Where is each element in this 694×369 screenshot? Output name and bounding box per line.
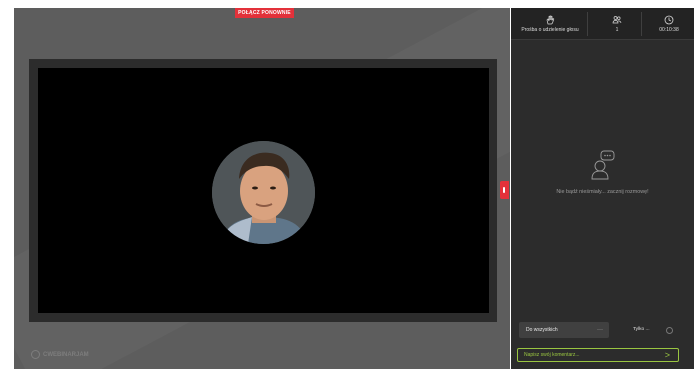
webinarjam-logo-icon <box>31 350 40 359</box>
comment-placeholder: Napisz swój komentarz... <box>524 352 580 358</box>
panel-toggle-button[interactable] <box>500 181 509 199</box>
toggle-grip-icon <box>503 187 505 193</box>
topbar-divider <box>641 12 642 36</box>
chat-empty-state: Nie bądź nieśmiały... zacznij rozmowę! <box>511 150 694 195</box>
raise-hand-label: Prośba o udzielenie głosu <box>521 26 579 33</box>
host-only-label: Tylko ... <box>633 327 650 332</box>
brand-watermark: CWEBINARJAM <box>31 350 89 359</box>
session-timer: 00:10:38 <box>647 8 691 39</box>
attendees-counter: 1 <box>597 8 637 39</box>
comment-input[interactable]: Napisz swój komentarz... > <box>517 348 679 362</box>
presenter-avatar <box>212 141 315 244</box>
attendees-icon <box>612 15 622 23</box>
timer-value: 00:10:38 <box>659 26 679 33</box>
topbar-divider <box>587 12 588 36</box>
more-icon: ··· <box>597 327 603 333</box>
chat-empty-message: Nie bądź nieśmiały... zacznij rozmowę! <box>556 189 649 195</box>
chat-empty-icon <box>591 150 614 180</box>
audience-select[interactable]: Do wszystkich ··· <box>519 322 609 338</box>
host-only-toggle[interactable] <box>666 327 673 334</box>
reconnect-button[interactable]: POŁĄCZ PONOWNIE <box>235 8 294 18</box>
audience-select-value: Do wszystkich <box>526 327 558 333</box>
attendee-count: 1 <box>615 26 619 33</box>
hand-icon <box>546 15 555 24</box>
watermark-text: CWEBINARJAM <box>43 351 89 358</box>
presenter-photo <box>212 141 315 244</box>
clock-icon <box>664 15 674 24</box>
raise-hand-button[interactable]: Prośba o udzielenie głosu <box>517 8 583 39</box>
panel-topbar: Prośba o udzielenie głosu 1 00:10:38 <box>511 8 694 40</box>
send-icon[interactable]: > <box>665 349 670 361</box>
